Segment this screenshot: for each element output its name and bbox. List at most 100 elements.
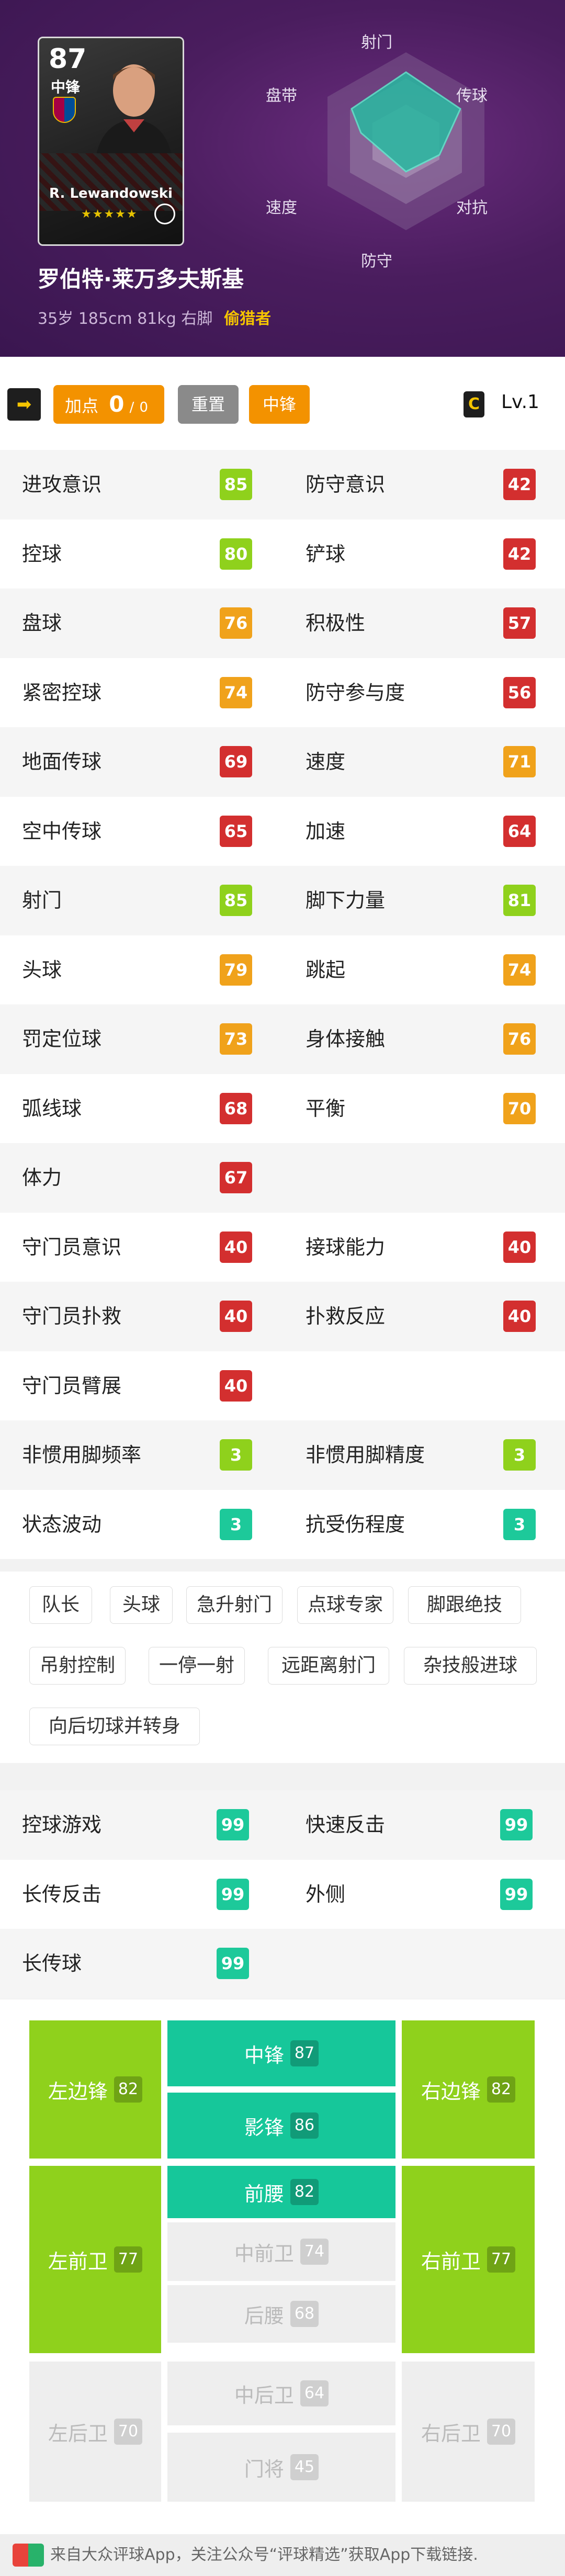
position-label: 影锋 (244, 2116, 284, 2139)
position-rating: 64 (300, 2380, 329, 2406)
playstyle-value: 99 (217, 1809, 249, 1840)
position-tile: 后腰 68 (167, 2285, 396, 2343)
position-rating: 77 (487, 2246, 516, 2273)
playstyle-value: 99 (217, 1878, 249, 1910)
stat-value: 79 (220, 954, 252, 986)
position-tile: 中锋 87 (167, 2020, 396, 2086)
stat-row: 体力 67 (0, 1143, 565, 1213)
stat-label: 弧线球 (22, 1097, 82, 1120)
playstyle-row: 长传反击 99 外侧 99 (0, 1859, 565, 1929)
add-points-value: 0 (109, 391, 125, 417)
stat-value: 64 (503, 815, 536, 847)
position-tile: 左后卫 70 (29, 2362, 161, 2502)
card-name: R. Lewandowski (49, 186, 173, 201)
position-tile: 中后卫 64 (167, 2362, 396, 2425)
skill-tag: 远距离射门 (268, 1647, 389, 1685)
stat-label: 守门员扑救 (22, 1305, 122, 1328)
ability-radar (327, 52, 484, 230)
efootball-logo-icon (154, 204, 175, 224)
playstyle-row: 控球游戏 99 快速反击 99 (0, 1790, 565, 1860)
position-select-button[interactable]: 中锋 (249, 385, 310, 424)
club-crest-icon (53, 97, 76, 123)
stat-label: 进攻意识 (22, 473, 102, 496)
position-rating: 77 (114, 2246, 143, 2273)
stat-row: 状态波动 3 抗受伤程度 3 (0, 1489, 565, 1559)
position-label: 中锋 (244, 2043, 284, 2067)
stat-label: 脚下力量 (306, 889, 386, 912)
playstyle-value: 99 (217, 1948, 249, 1979)
skill-tag: 杂技般进球 (404, 1647, 537, 1685)
stat-value: 69 (220, 746, 252, 777)
stat-value: 85 (220, 885, 252, 916)
stat-value: 56 (503, 676, 536, 708)
position-rating: 87 (290, 2040, 319, 2066)
stat-value: 3 (503, 1439, 536, 1471)
stat-row: 紧密控球 74 防守参与度 56 (0, 658, 565, 727)
stat-label: 地面传球 (22, 750, 102, 773)
position-tile: 影锋 86 (167, 2093, 396, 2159)
stat-label: 状态波动 (22, 1512, 102, 1536)
skill-tag: 脚跟绝技 (408, 1586, 521, 1624)
stat-label: 速度 (306, 750, 346, 773)
skill-tag: 一停一射 (149, 1647, 245, 1685)
arrow-right-icon[interactable]: ➡ (7, 388, 41, 421)
radar-label-dribbling: 盘带 (266, 87, 297, 105)
stat-value: 42 (503, 538, 536, 570)
level-badge-icon: C (464, 391, 484, 417)
stat-value: 73 (220, 1023, 252, 1055)
stat-value: 68 (220, 1092, 252, 1124)
stat-row: 进攻意识 85 防守意识 42 (0, 450, 565, 519)
stats-table: 进攻意识 85 防守意识 42 控球 80 铲球 42 盘球 76 积极性 57 紧密控球 74 防守参与度… (0, 450, 565, 1559)
stat-row: 罚定位球 73 身体接触 76 (0, 1004, 565, 1074)
stat-row: 守门员意识 40 接球能力 40 (0, 1212, 565, 1282)
stat-value: 76 (220, 607, 252, 639)
player-card: 87 中锋 R. Lewandowski ★★★★★ (38, 37, 184, 246)
add-points-total: 0 (139, 400, 149, 415)
position-label: 右前卫 (421, 2250, 481, 2273)
skill-tag: 向后切球并转身 (29, 1708, 200, 1745)
stat-label: 守门员意识 (22, 1235, 122, 1259)
stat-value: 42 (503, 469, 536, 500)
position-tile: 门将 45 (167, 2433, 396, 2502)
stat-value: 40 (503, 1301, 536, 1332)
stat-value: 3 (503, 1508, 536, 1540)
stat-row: 非惯用脚频率 3 非惯用脚精度 3 (0, 1420, 565, 1490)
position-tile: 右前卫 77 (402, 2166, 535, 2353)
stat-label: 非惯用脚精度 (306, 1443, 425, 1466)
position-label: 后腰 (244, 2304, 284, 2328)
stat-label: 跳起 (306, 958, 346, 981)
level-label: Lv.1 (501, 391, 539, 413)
position-tile: 中前卫 74 (167, 2222, 396, 2281)
stat-row: 控球 80 铲球 42 (0, 519, 565, 589)
stat-row: 射门 85 脚下力量 81 (0, 866, 565, 935)
stat-row: 盘球 76 积极性 57 (0, 589, 565, 658)
position-label: 中前卫 (234, 2242, 294, 2265)
stat-value: 40 (220, 1231, 252, 1263)
position-ratings: 左边锋 82 中锋 87 右边锋 82 影锋 86 左前卫 77 前腰 82 右前卫 77 中前卫 74 后腰 6… (0, 1999, 565, 2534)
playstyle-row: 长传球 99 (0, 1929, 565, 1998)
card-rating: 87 (49, 43, 87, 75)
playstyle-section: 控球游戏 99 快速反击 99 长传反击 99 外侧 99 长传球 99 (0, 1790, 565, 1998)
radar-label-defending: 防守 (361, 252, 392, 270)
stat-value: 40 (220, 1370, 252, 1402)
stat-value: 57 (503, 607, 536, 639)
add-points-button[interactable]: 加点 0 / 0 (53, 385, 164, 424)
stat-label: 防守意识 (306, 473, 386, 496)
playstyle-label: 外侧 (306, 1882, 346, 1906)
position-label: 左边锋 (48, 2080, 108, 2103)
position-rating: 82 (487, 2076, 516, 2103)
stat-label: 接球能力 (306, 1235, 386, 1259)
reset-button[interactable]: 重置 (178, 385, 239, 424)
playstyle-label: 长传反击 (22, 1882, 102, 1906)
position-label: 右后卫 (421, 2422, 481, 2445)
stat-row: 地面传球 69 速度 71 (0, 727, 565, 797)
stat-label: 罚定位球 (22, 1027, 102, 1050)
stat-row: 守门员扑救 40 扑救反应 40 (0, 1282, 565, 1351)
position-rating: 74 (300, 2239, 329, 2265)
stat-label: 控球 (22, 542, 62, 566)
position-rating: 70 (487, 2419, 516, 2445)
stat-value: 74 (220, 676, 252, 708)
stat-value: 76 (503, 1023, 536, 1055)
skill-tag: 急升射门 (186, 1586, 282, 1624)
stat-value: 40 (503, 1231, 536, 1263)
